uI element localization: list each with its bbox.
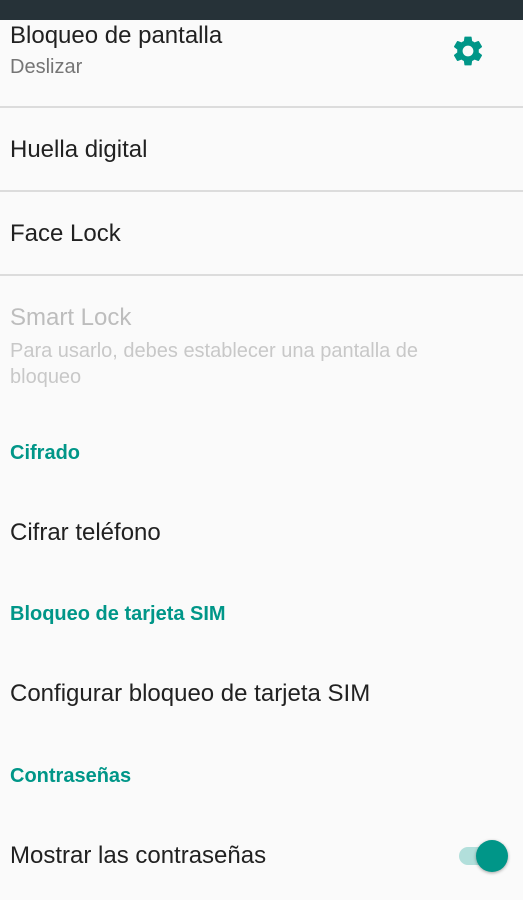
configure-sim-lock-title: Configurar bloqueo de tarjeta SIM: [10, 680, 371, 707]
face-lock-title: Face Lock: [10, 220, 121, 247]
show-passwords-item[interactable]: Mostrar las contraseñas: [0, 842, 523, 870]
status-bar: [0, 0, 523, 20]
fingerprint-item[interactable]: Huella digital: [0, 136, 523, 164]
show-passwords-toggle[interactable]: [456, 838, 512, 874]
show-passwords-title: Mostrar las contraseñas: [10, 842, 267, 869]
smart-lock-title: Smart Lock: [10, 304, 132, 331]
gear-icon[interactable]: [450, 33, 486, 69]
encrypt-phone-title: Cifrar teléfono: [10, 519, 161, 546]
smart-lock-item: Smart Lock Para usarlo, debes establecer…: [0, 304, 523, 390]
face-lock-item[interactable]: Face Lock: [0, 220, 523, 248]
encrypt-phone-item[interactable]: Cifrar teléfono: [0, 519, 523, 547]
screen-lock-item[interactable]: Bloqueo de pantalla Deslizar: [0, 22, 523, 80]
divider: [0, 190, 523, 192]
sim-lock-header: Bloqueo de tarjeta SIM: [10, 603, 226, 625]
toggle-thumb: [476, 840, 508, 872]
divider: [0, 106, 523, 108]
passwords-header: Contraseñas: [10, 765, 132, 787]
divider: [0, 274, 523, 276]
configure-sim-lock-item[interactable]: Configurar bloqueo de tarjeta SIM: [0, 680, 523, 708]
fingerprint-title: Huella digital: [10, 136, 148, 163]
smart-lock-summary: Para usarlo, debes establecer una pantal…: [10, 340, 419, 388]
encryption-header: Cifrado: [10, 442, 80, 464]
screen-lock-summary: Deslizar: [10, 56, 83, 78]
screen-lock-title: Bloqueo de pantalla: [10, 22, 223, 49]
